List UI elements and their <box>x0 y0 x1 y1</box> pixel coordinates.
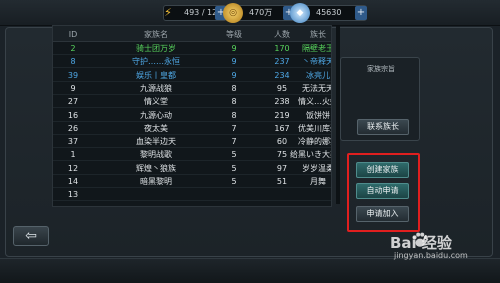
row-cell-id: 8 <box>70 57 76 67</box>
column-header-name: 家族名 <box>144 30 168 39</box>
row-cell-id: 12 <box>67 163 79 173</box>
row-cell-level: 5 <box>231 163 237 173</box>
row-cell-name: 血染半边天 <box>136 137 176 147</box>
gold-coin-icon: ◎ <box>223 3 243 23</box>
table-row[interactable]: 2 骑士团万岁 9 170 隔壁老王 <box>53 43 332 55</box>
row-cell-level: 5 <box>231 150 237 160</box>
gem-counter: ◆ 45630 + <box>290 3 367 23</box>
row-cell-level: 7 <box>231 137 237 147</box>
row-cell-leader: 冷静的娜宴 <box>298 137 331 147</box>
row-cell-id: 9 <box>70 83 76 93</box>
column-header-id: ID <box>68 30 78 39</box>
row-cell-id: 16 <box>67 110 79 120</box>
row-cell-id: 27 <box>67 97 79 107</box>
table-row[interactable]: 16 九源心动 8 219 饭饼饼 <box>53 110 331 122</box>
row-cell-level <box>219 188 249 202</box>
auto-apply-button[interactable]: 自动申请 <box>356 183 409 199</box>
row-cell-name: 守护……永恒 <box>132 57 180 67</box>
table-header: ID 家族名 等级 人数 族长 <box>53 26 331 42</box>
gold-value: 470万 <box>249 8 273 17</box>
back-arrow-icon: ⇦ <box>25 228 37 244</box>
row-cell-leader: 冰亮儿 <box>306 70 330 80</box>
row-cell-id: 26 <box>67 123 79 133</box>
row-cell-name: 骑士团万岁 <box>136 44 176 53</box>
row-cell-level: 9 <box>231 44 237 53</box>
row-cell-leader: 饭饼饼 <box>306 110 330 120</box>
row-cell-level: 9 <box>231 57 237 67</box>
row-cell-level: 5 <box>231 177 237 186</box>
row-cell-level: 7 <box>231 123 237 133</box>
row-cell-name <box>111 188 201 202</box>
table-row[interactable]: 12 辉煌丶狼族 5 97 岁岁温柔 <box>53 163 332 175</box>
contact-leader-button[interactable]: 联系族长 <box>357 119 409 135</box>
row-cell-level: 8 <box>231 97 237 107</box>
row-cell-id: 2 <box>70 44 76 53</box>
row-cell-name: 情义堂 <box>144 97 168 107</box>
row-cell-id: 14 <box>67 177 79 186</box>
table-row[interactable]: 37血染半边天760冷静的娜宴 <box>53 136 331 149</box>
add-gem-button[interactable]: + <box>355 6 367 20</box>
family-list-panel: ID 家族名 等级 人数 族长 2 骑士团万岁 9 170 隔壁老王 8 守护……永恒 9 23… <box>52 25 332 207</box>
watermark-url: jingyan.baidu.com <box>394 251 468 260</box>
diamond-icon: ◆ <box>290 3 310 23</box>
row-cell-leader: 给黑いき大婆哥 <box>290 150 331 160</box>
create-family-button[interactable]: 创建家族 <box>356 162 409 178</box>
table-row[interactable]: 39 娱乐丨皇都 9 234 冰亮儿 <box>53 70 331 82</box>
table-row[interactable]: 13 <box>53 188 331 202</box>
table-row[interactable]: 14 暗黑黎明 5 51 月舞 <box>53 176 331 188</box>
row-cell-leader: 月舞 <box>310 177 326 186</box>
watermark-brand: Bai 经验 <box>390 234 452 252</box>
bottom-bar <box>0 258 500 283</box>
table-row[interactable]: 9 九源战狼 8 95 无法无天 <box>53 83 332 95</box>
column-header-leader: 族长 <box>310 30 326 39</box>
row-cell-name: 辉煌丶狼族 <box>136 163 176 173</box>
gem-value: 45630 <box>316 8 342 17</box>
top-resource-bar: ⚡ 493 / 126 + ◎ 470万 + ◆ 45630 + <box>0 0 500 26</box>
row-cell-name: 九源心动 <box>140 110 172 120</box>
gold-counter: ◎ 470万 + <box>223 3 295 23</box>
table-row[interactable]: 26夜太美7167优美川库姿 <box>53 123 331 135</box>
motto-title: 家族宗旨 <box>367 65 395 73</box>
row-cell-id: 37 <box>67 137 79 147</box>
row-cell-leader: 优美川库姿 <box>298 123 331 133</box>
row-cell-name: 夜太美 <box>144 123 168 133</box>
row-cell-leader <box>283 188 331 202</box>
row-cell-name: 九源战狼 <box>140 83 172 93</box>
row-cell-name: 黎明战歌 <box>140 150 172 160</box>
row-cell-id: 1 <box>70 150 76 160</box>
table-row[interactable]: 8 守护……永恒 9 237 丶帝释天 <box>53 56 332 69</box>
row-cell-level: 8 <box>231 110 237 120</box>
row-cell-level: 8 <box>231 83 237 93</box>
row-cell-leader: 丶帝释天 <box>302 57 332 67</box>
stamina-counter: ⚡ 493 / 126 + <box>163 5 227 21</box>
row-cell-id: 13 <box>67 190 79 200</box>
row-cell-name: 暗黑黎明 <box>140 177 172 186</box>
lightning-icon: ⚡ <box>164 6 172 19</box>
back-button[interactable]: ⇦ <box>13 226 49 246</box>
row-cell-leader: 无法无天 <box>302 83 332 93</box>
row-cell-name: 娱乐丨皇都 <box>136 70 176 80</box>
row-cell-level: 9 <box>231 70 237 80</box>
row-cell-leader: 岁岁温柔 <box>302 163 332 173</box>
apply-join-button[interactable]: 申请加入 <box>356 206 409 222</box>
row-cell-leader: 隔壁老王 <box>302 44 332 53</box>
row-cell-leader: 情义…火娃 <box>298 97 331 107</box>
table-row[interactable]: 1黎明战歌575给黑いき大婆哥 <box>53 149 331 162</box>
row-cell-id: 39 <box>67 70 79 80</box>
column-header-level: 等级 <box>226 30 242 39</box>
table-row[interactable]: 27情义堂8238情义…火娃 <box>53 96 331 109</box>
